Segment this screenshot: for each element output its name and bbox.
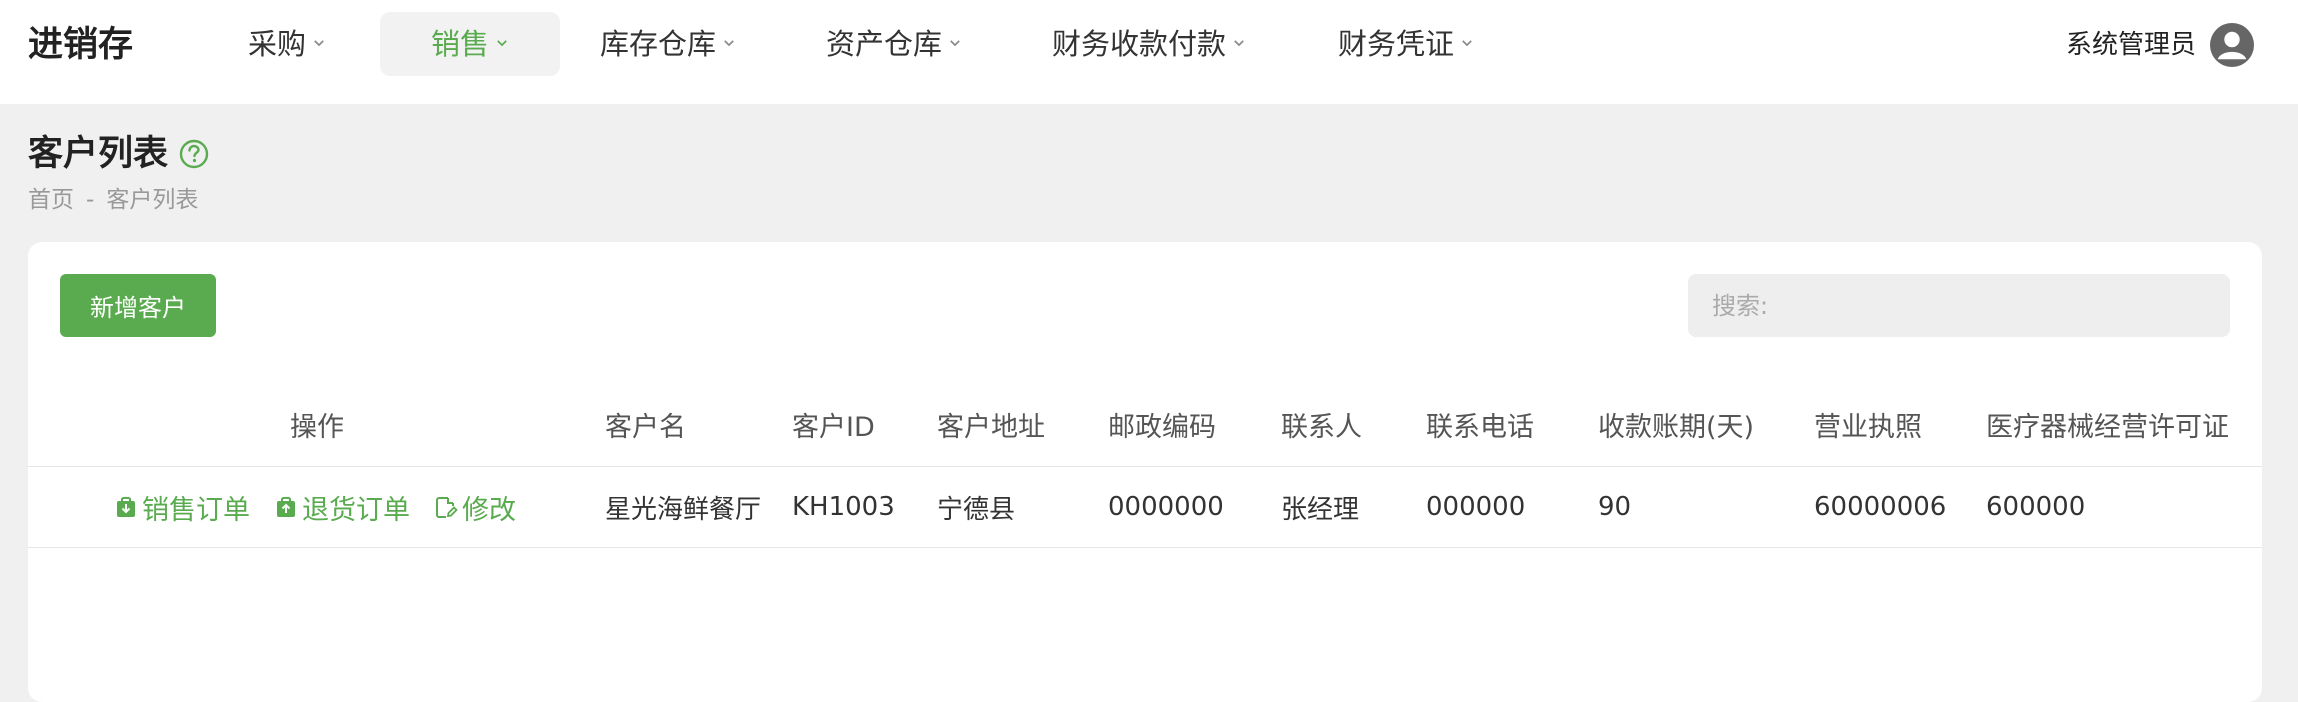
breadcrumb-current: 客户列表 [106,187,199,213]
column-header-business-license: 营业执照 [1814,411,1922,443]
column-header-contact: 联系人 [1281,411,1362,443]
chevron-down-icon [314,40,324,47]
add-customer-button[interactable]: 新增客户 [60,274,216,337]
column-header-customer-id: 客户ID [792,411,875,443]
row-actions: 销售订单 退货订单 修改 [114,467,540,547]
user-menu[interactable]: 系统管理员 [2066,20,2254,70]
nav-item-label: 财务收款付款 [1052,27,1227,61]
nav-item-finance-payments[interactable]: 财务收款付款 [1036,12,1262,76]
nav-item-label: 销售 [430,27,489,61]
column-header-customer-name: 客户名 [605,411,686,443]
user-avatar-icon [2210,23,2254,67]
column-header-phone: 联系电话 [1426,411,1534,443]
nav-item-label: 资产仓库 [826,27,943,61]
chevron-down-icon [1462,40,1472,47]
cell-customer-name: 星光海鲜餐厅 [605,494,762,525]
column-header-medical-license: 医疗器械经营许可证 [1986,411,2229,443]
chevron-down-icon [950,40,960,47]
nav-item-assets[interactable]: 资产仓库 [810,12,978,76]
table-row: 销售订单 退货订单 修改 星光海鲜餐厅 KH1003 宁德县 0000000 张… [28,467,2262,548]
app-brand[interactable]: 进销存 [28,20,133,70]
page-title-text: 客户列表 [28,134,169,174]
table-header: 操作 客户名 客户ID 客户地址 邮政编码 联系人 联系电话 收款账期(天) 营… [28,382,2262,467]
top-nav-bar: 进销存 采购 销售 库存仓库 资产仓库 财务收款付款 财务凭证 系统管理员 [0,0,2298,104]
cell-customer-id: KH1003 [792,492,895,522]
edit-link[interactable]: 修改 [434,488,516,527]
nav-item-finance-vouchers[interactable]: 财务凭证 [1322,12,1490,76]
cell-phone: 000000 [1426,492,1526,522]
breadcrumb-separator: - [86,187,95,213]
upload-bag-icon [277,496,295,517]
sales-order-label: 销售订单 [142,494,250,526]
edit-icon [436,497,458,518]
nav-item-label: 库存仓库 [600,27,717,61]
sales-order-link[interactable]: 销售订单 [114,488,250,527]
user-name: 系统管理员 [2065,30,2196,60]
nav-item-sales[interactable]: 销售 [380,12,560,76]
cell-payment-term: 90 [1598,492,1632,522]
edit-label: 修改 [462,494,516,526]
column-header-payment-term: 收款账期(天) [1598,411,1755,443]
chevron-down-icon [724,40,734,47]
column-header-address: 客户地址 [937,411,1045,443]
nav-item-label: 财务凭证 [1338,27,1455,61]
question-circle-icon[interactable] [178,138,210,170]
cell-business-license: 60000006 [1814,492,1947,522]
cell-contact: 张经理 [1281,494,1360,525]
breadcrumb-home[interactable]: 首页 [28,187,74,213]
return-order-label: 退货订单 [302,494,410,526]
cell-address: 宁德县 [937,494,1016,525]
download-bag-icon [117,496,135,517]
nav-item-label: 采购 [248,27,307,61]
column-header-postal-code: 邮政编码 [1108,411,1216,443]
cell-medical-license: 600000 [1986,492,2086,522]
search-input[interactable] [1688,274,2230,337]
breadcrumb: 首页 - 客户列表 [28,182,210,218]
nav-item-inventory[interactable]: 库存仓库 [584,12,752,76]
return-order-link[interactable]: 退货订单 [274,488,410,527]
nav-item-purchase[interactable]: 采购 [232,12,342,76]
chevron-down-icon [497,40,507,47]
page-title: 客户列表 [28,130,210,178]
cell-postal-code: 0000000 [1108,492,1224,522]
chevron-down-icon [1234,40,1244,47]
customer-list-card: 新增客户 操作 客户名 客户ID 客户地址 邮政编码 联系人 联系电话 收款账期… [28,242,2262,702]
column-header-actions: 操作 [290,411,344,443]
